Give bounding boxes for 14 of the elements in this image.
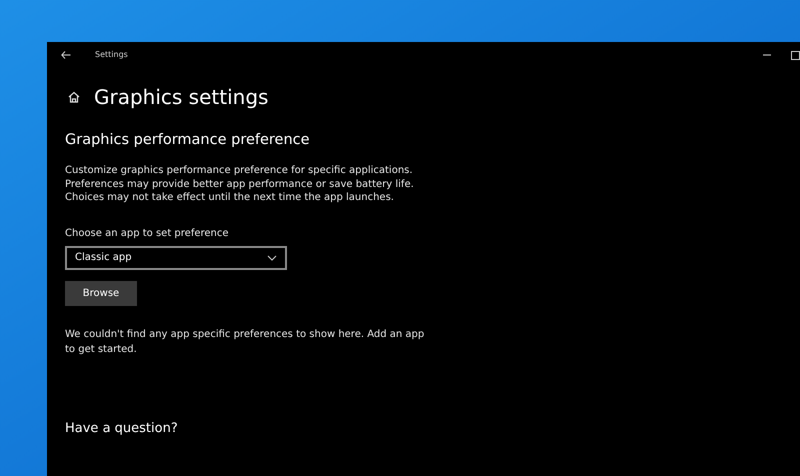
section-description: Customize graphics performance preference for specific applications. Preferences may provide better app performance or save battery life. Choices may not take effect until the next time the app launches. bbox=[65, 164, 415, 204]
maximize-icon bbox=[791, 50, 800, 60]
browse-button[interactable]: Browse bbox=[65, 280, 137, 306]
page-title: Graphics settings bbox=[94, 84, 268, 110]
help-title: Have a question? bbox=[65, 420, 178, 438]
chevron-down-icon bbox=[267, 254, 277, 260]
section-title: Graphics performance preference bbox=[65, 131, 310, 150]
app-picker-label: Choose an app to set preference bbox=[65, 226, 229, 240]
home-icon[interactable] bbox=[67, 90, 81, 104]
app-type-dropdown[interactable]: Classic app bbox=[65, 246, 287, 270]
empty-message: We couldn't find any app specific preferences to show here. Add an app to get started. bbox=[65, 328, 425, 356]
back-arrow-icon bbox=[61, 51, 71, 59]
minimize-icon bbox=[763, 54, 771, 56]
window-title: Settings bbox=[95, 49, 128, 61]
